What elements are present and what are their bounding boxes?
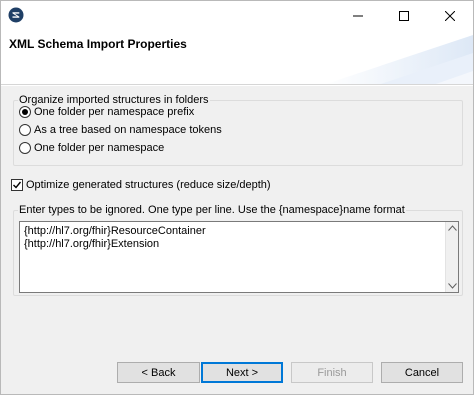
optimize-checkbox-row[interactable]: Optimize generated structures (reduce si… (11, 178, 271, 192)
ignored-types-group: Enter types to be ignored. One type per … (13, 204, 463, 296)
ignored-types-textarea[interactable]: {http://hl7.org/fhir}ResourceContainer {… (19, 221, 459, 293)
header-banner-graphic (326, 35, 473, 84)
organize-group: Organize imported structures in folders … (13, 94, 463, 166)
finish-button[interactable]: Finish (291, 362, 373, 383)
optimize-checkbox[interactable] (11, 179, 23, 191)
radio-label: One folder per namespace (34, 142, 165, 154)
ignored-type-line: {http://hl7.org/fhir}Extension (24, 238, 160, 250)
button-bar: < Back Next > Finish Cancel (1, 346, 473, 394)
scroll-down-arrow-icon[interactable] (448, 283, 457, 289)
cancel-button[interactable]: Cancel (381, 362, 463, 383)
textarea-scrollbar[interactable] (445, 222, 458, 292)
close-button[interactable] (427, 1, 473, 31)
close-icon (445, 11, 455, 21)
minimize-icon (353, 15, 363, 17)
maximize-button[interactable] (381, 1, 427, 31)
wizard-header: XML Schema Import Properties (1, 31, 473, 85)
radio-folder-per-prefix[interactable]: One folder per namespace prefix (19, 105, 194, 119)
radio-folder-per-namespace[interactable]: One folder per namespace (19, 141, 164, 155)
page-title: XML Schema Import Properties (9, 37, 187, 51)
back-button[interactable]: < Back (117, 362, 200, 383)
dialog-window: XML Schema Import Properties Organize im… (0, 0, 474, 395)
wizard-content: Organize imported structures in folders … (1, 86, 473, 346)
title-bar[interactable] (1, 1, 473, 31)
checkmark-icon (13, 181, 22, 189)
scroll-up-arrow-icon[interactable] (448, 225, 457, 231)
optimize-label: Optimize generated structures (reduce si… (26, 179, 271, 191)
maximize-icon (399, 11, 409, 21)
next-button[interactable]: Next > (201, 362, 283, 383)
radio-button[interactable] (19, 142, 31, 154)
radio-button[interactable] (19, 124, 31, 136)
radio-label: One folder per namespace prefix (34, 106, 195, 118)
radio-tree-namespace-tokens[interactable]: As a tree based on namespace tokens (19, 123, 222, 137)
minimize-button[interactable] (335, 1, 381, 31)
ignored-type-line: {http://hl7.org/fhir}ResourceContainer (24, 225, 206, 237)
radio-button-selected[interactable] (19, 106, 31, 118)
ignored-types-legend: Enter types to be ignored. One type per … (18, 204, 406, 217)
radio-label: As a tree based on namespace tokens (34, 124, 222, 136)
app-icon (8, 7, 24, 23)
